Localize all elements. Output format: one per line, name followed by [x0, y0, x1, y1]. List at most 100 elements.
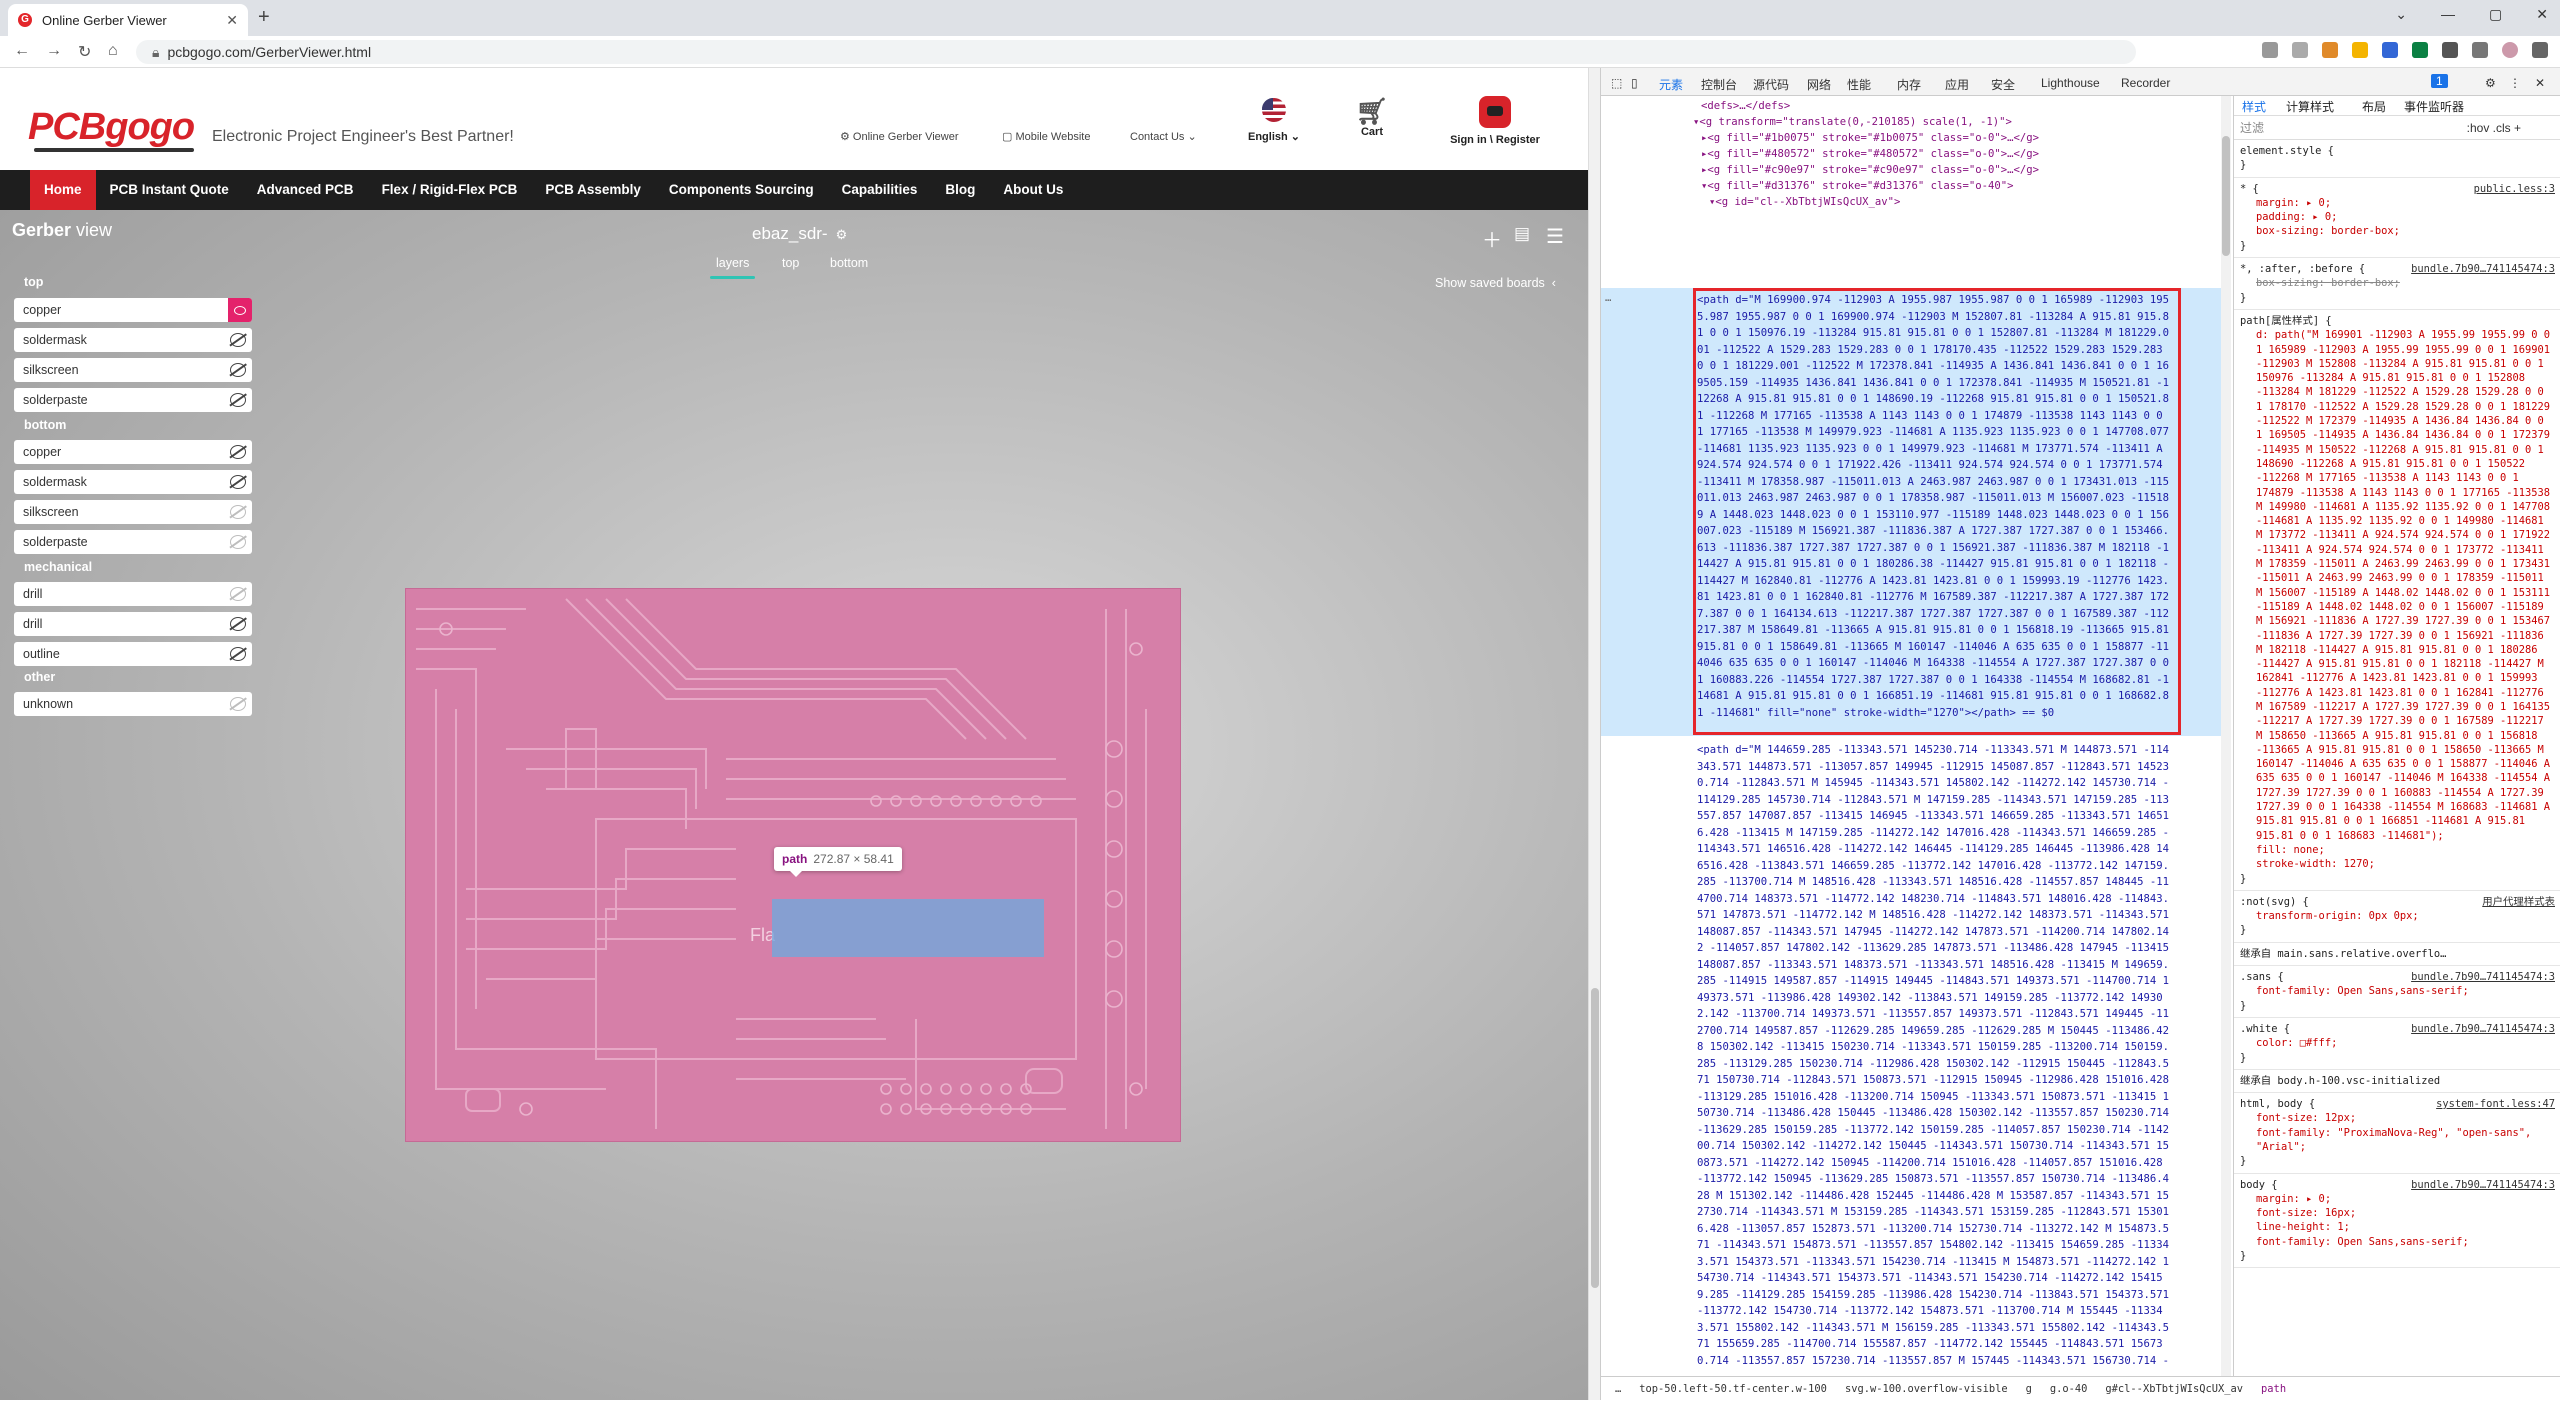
nav-components-sourcing[interactable]: Components Sourcing: [655, 170, 828, 210]
tab-recorder[interactable]: Recorder: [2121, 76, 2170, 90]
tab-console[interactable]: 控制台: [1701, 76, 1737, 93]
extension-icon[interactable]: [2412, 42, 2428, 58]
link-contact-us[interactable]: Contact Us ⌄: [1130, 130, 1197, 143]
css-property[interactable]: font-family: Open Sans,sans-serif;: [2240, 1235, 2555, 1249]
cart-button[interactable]: 🛒︎ Cart: [1352, 96, 1392, 138]
css-property[interactable]: line-height: 1;: [2240, 1220, 2555, 1234]
browser-tab[interactable]: G Online Gerber Viewer ✕: [8, 4, 248, 36]
dom-line[interactable]: <defs>…</defs>: [1701, 98, 1790, 114]
layer-top-solderpaste[interactable]: solderpaste: [14, 388, 252, 412]
rule-source-link[interactable]: 用户代理样式表: [2482, 895, 2555, 909]
dom-line[interactable]: ▸<g fill="#1b0075" stroke="#1b0075" clas…: [1701, 130, 2039, 146]
css-property[interactable]: color: □#fff;: [2240, 1036, 2555, 1050]
layer-top-soldermask[interactable]: soldermask: [14, 328, 252, 352]
puzzle-icon[interactable]: [2442, 42, 2458, 58]
gear-icon[interactable]: ⚙: [836, 227, 848, 242]
nav-flex-rigid-flex[interactable]: Flex / Rigid-Flex PCB: [368, 170, 532, 210]
dom-line[interactable]: ▾<g fill="#d31376" stroke="#d31376" clas…: [1701, 178, 2014, 194]
rule-source-link[interactable]: bundle.7b90…741145474:3: [2411, 1022, 2555, 1036]
css-rule[interactable]: html, body {system-font.less:47 font-size…: [2234, 1093, 2560, 1174]
layer-drill-2[interactable]: drill: [14, 612, 252, 636]
css-rule[interactable]: :not(svg) {用户代理样式表 transform-origin: 0px …: [2234, 891, 2560, 943]
dom-line[interactable]: ▸<g fill="#480572" stroke="#480572" clas…: [1701, 146, 2039, 162]
css-property[interactable]: fill: none;: [2240, 843, 2555, 857]
selected-path-node[interactable]: <path d="M 169900.974 -112903 A 1955.987…: [1697, 292, 2173, 732]
nav-capabilities[interactable]: Capabilities: [828, 170, 932, 210]
pcb-board-render[interactable]: Fla path 272.87 × 58.41: [405, 588, 1181, 1142]
profile-avatar[interactable]: [2502, 42, 2518, 58]
eye-off-icon[interactable]: [230, 697, 246, 711]
css-property[interactable]: stroke-width: 1270;: [2240, 857, 2555, 871]
tab-performance[interactable]: 性能: [1847, 76, 1871, 93]
css-rule[interactable]: .white {bundle.7b90…741145474:3 color: □#…: [2234, 1018, 2560, 1070]
eye-off-icon[interactable]: [230, 475, 246, 489]
download-icon[interactable]: ▤: [1514, 224, 1530, 244]
tab-sources[interactable]: 源代码: [1753, 76, 1789, 93]
eye-off-icon[interactable]: [230, 363, 246, 377]
layer-drill-1[interactable]: drill: [14, 582, 252, 606]
eye-off-icon[interactable]: [230, 445, 246, 459]
inspect-icon[interactable]: ⬚: [1611, 76, 1622, 90]
rule-source-link[interactable]: bundle.7b90…741145474:3: [2411, 262, 2555, 276]
settings-sliders-icon[interactable]: ☰: [1546, 224, 1564, 249]
css-rule[interactable]: .sans {bundle.7b90…741145474:3 font-famil…: [2234, 966, 2560, 1018]
page-scrollbar[interactable]: [1588, 68, 1600, 1400]
device-toggle-icon[interactable]: ▯: [1631, 76, 1638, 90]
css-rule[interactable]: 继承自 body.h-100.vsc-initialized: [2234, 1070, 2560, 1094]
eye-off-icon[interactable]: [230, 587, 246, 601]
element-style-rule[interactable]: element.style {}: [2234, 140, 2560, 178]
nav-home[interactable]: Home: [30, 170, 96, 210]
tab-network[interactable]: 网络: [1807, 76, 1831, 93]
css-property[interactable]: d: path("M 169901 -112903 A 1955.99 1955…: [2240, 328, 2555, 843]
layer-bottom-solderpaste[interactable]: solderpaste: [14, 530, 252, 554]
close-window-icon[interactable]: ✕: [2536, 6, 2548, 23]
css-property[interactable]: font-family: Open Sans,sans-serif;: [2240, 984, 2555, 998]
css-property[interactable]: box-sizing: border-box;: [2240, 276, 2555, 290]
pcbgogo-logo[interactable]: PCBgogo: [28, 106, 195, 152]
css-rule[interactable]: * {public.less:3 margin: ▸ 0; padding: ▸ 0…: [2234, 178, 2560, 259]
tab-layout[interactable]: 布局: [2362, 100, 2386, 114]
reload-icon[interactable]: ↻: [78, 42, 91, 62]
issues-badge[interactable]: 1: [2431, 74, 2448, 88]
address-bar[interactable]: 🔒︎ pcbgogo.com/GerberViewer.html: [136, 40, 2136, 64]
dom-line[interactable]: ▾<g id="cl--XbTbtjWIsQcUX_av">: [1709, 194, 1900, 210]
tab-computed[interactable]: 计算样式: [2286, 100, 2334, 114]
extension-icon[interactable]: [2322, 42, 2338, 58]
eye-off-icon[interactable]: [230, 505, 246, 519]
minimize-icon[interactable]: —: [2441, 6, 2455, 23]
tab-memory[interactable]: 内存: [1897, 76, 1921, 93]
nav-blog[interactable]: Blog: [931, 170, 989, 210]
eye-off-icon[interactable]: [230, 617, 246, 631]
maximize-icon[interactable]: ▢: [2489, 6, 2502, 23]
styles-filter[interactable]: 过滤:hov .cls +: [2234, 116, 2560, 140]
eye-off-icon[interactable]: [230, 647, 246, 661]
css-rule[interactable]: body {bundle.7b90…741145474:3 margin: ▸ 0…: [2234, 1174, 2560, 1269]
board-filename[interactable]: ebaz_sdr- ⚙: [752, 224, 847, 244]
tab-top[interactable]: top: [782, 256, 799, 270]
scrollbar-thumb[interactable]: [2222, 136, 2230, 256]
tab-application[interactable]: 应用: [1945, 76, 1969, 93]
sidepanel-icon[interactable]: [2472, 42, 2488, 58]
css-property[interactable]: padding: ▸ 0;: [2240, 210, 2555, 224]
signin-button[interactable]: Sign in \ Register: [1440, 96, 1550, 146]
eye-icon[interactable]: [228, 298, 252, 322]
css-rule[interactable]: 继承自 main.sans.relative.overflo…: [2234, 943, 2560, 967]
tab-lighthouse[interactable]: Lighthouse: [2041, 76, 2100, 90]
layer-unknown[interactable]: unknown: [14, 692, 252, 716]
menu-icon[interactable]: [2532, 42, 2548, 58]
breadcrumb-item[interactable]: path: [2261, 1383, 2286, 1395]
back-icon[interactable]: ←: [14, 42, 30, 60]
dom-line[interactable]: ▾<g transform="translate(0,-210185) scal…: [1693, 114, 2012, 130]
ellipsis-icon[interactable]: …: [1605, 290, 1611, 306]
new-tab-icon[interactable]: +: [258, 6, 270, 29]
css-property[interactable]: box-sizing: border-box;: [2240, 224, 2555, 238]
link-gerber-viewer[interactable]: ⚙ Online Gerber Viewer: [840, 130, 959, 143]
link-mobile-website[interactable]: ▢ Mobile Website: [1002, 130, 1090, 143]
nav-pcb-assembly[interactable]: PCB Assembly: [531, 170, 655, 210]
layer-top-copper[interactable]: copper: [14, 298, 252, 322]
more-icon[interactable]: ⋮: [2509, 76, 2521, 90]
scrollbar-thumb[interactable]: [1591, 988, 1599, 1288]
forward-icon[interactable]: →: [46, 42, 62, 60]
close-tab-icon[interactable]: ✕: [226, 12, 238, 29]
extension-icon[interactable]: [2382, 42, 2398, 58]
